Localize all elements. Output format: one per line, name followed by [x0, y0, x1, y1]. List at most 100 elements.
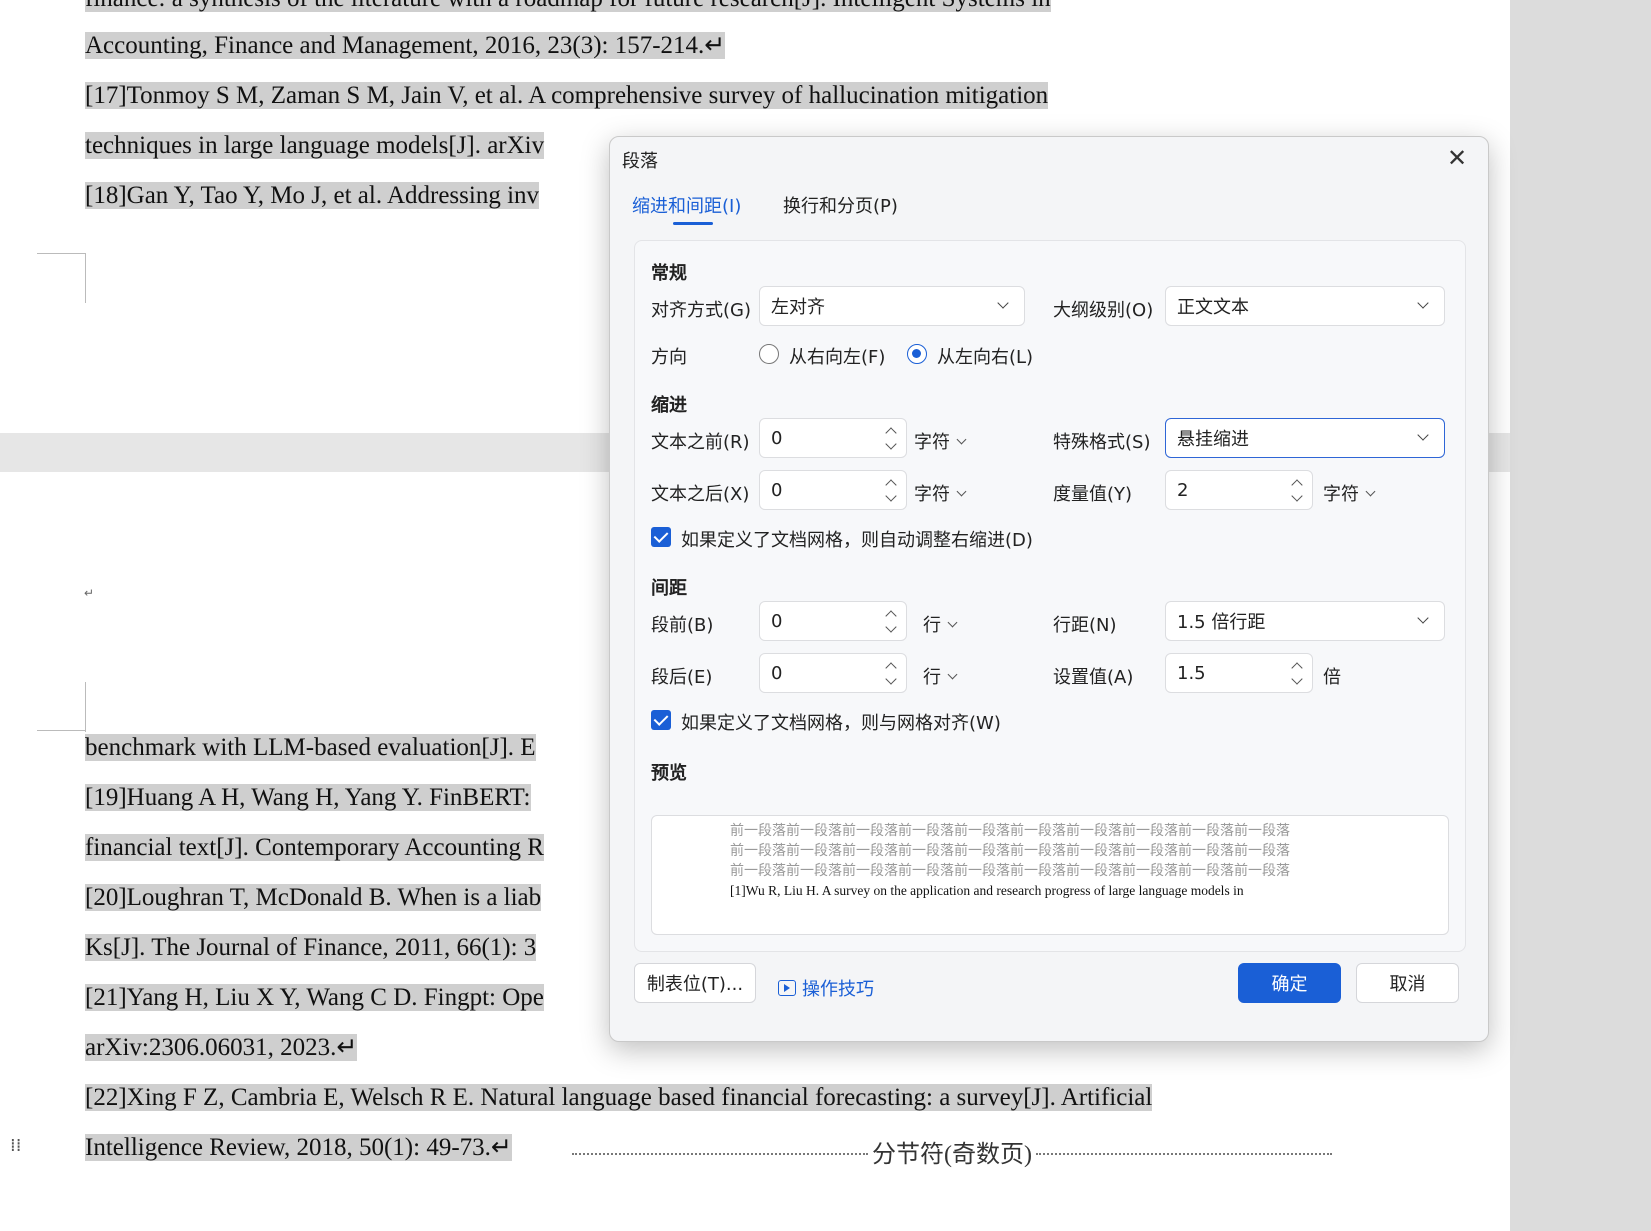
section-break: 分节符(奇数页)	[572, 1131, 1333, 1171]
rtl-label[interactable]: 从右向左(F)	[789, 343, 885, 369]
tips-label: 操作技巧	[802, 979, 874, 1000]
doc-line[interactable]: [17]Tonmoy S M, Zaman S M, Jain V, et al…	[85, 71, 1049, 121]
doc-line[interactable]: [19]Huang A H, Wang H, Yang Y. FinBERT:	[85, 773, 531, 823]
direction-label: 方向	[651, 347, 687, 368]
section-break-label: 分节符(奇数页)	[872, 1141, 1032, 1168]
indent-before-input[interactable]: 0	[759, 418, 907, 458]
chevron-down-icon	[1416, 297, 1432, 313]
indent-before-unit[interactable]: 字符	[914, 428, 967, 454]
alignment-select[interactable]: 左对齐	[759, 286, 1025, 326]
outline-level-select[interactable]: 正文文本	[1165, 286, 1445, 326]
section-general-heading: 常规	[651, 263, 687, 284]
paragraph-dialog: 段落 ✕ 缩进和间距(I) 换行和分页(P) 常规 对齐方式(G) 左对齐 大纲…	[609, 136, 1489, 1042]
indent-after-label: 文本之后(X)	[651, 484, 750, 505]
chevron-down-icon	[956, 486, 967, 496]
auto-adjust-checkbox[interactable]	[651, 527, 671, 547]
measure-input[interactable]: 2	[1165, 470, 1313, 510]
set-value-value: 1.5	[1177, 662, 1206, 684]
special-format-label: 特殊格式(S)	[1053, 432, 1151, 453]
tab-line-page-breaks[interactable]: 换行和分页(P)	[783, 192, 898, 218]
space-before-label: 段前(B)	[651, 615, 714, 636]
alignment-value: 左对齐	[771, 297, 825, 318]
section-break-dots	[572, 1153, 869, 1155]
crop-mark	[85, 253, 86, 303]
spinner-icon[interactable]	[884, 423, 898, 455]
space-before-unit[interactable]: 行	[923, 611, 958, 637]
chevron-down-icon	[947, 669, 958, 679]
indent-after-input[interactable]: 0	[759, 470, 907, 510]
snap-grid-label[interactable]: 如果定义了文档网格，则与网格对齐(W)	[681, 709, 1001, 735]
measure-unit[interactable]: 字符	[1323, 480, 1376, 506]
doc-line[interactable]: benchmark with LLM-based evaluation[J]. …	[85, 723, 536, 773]
space-before-input[interactable]: 0	[759, 601, 907, 641]
chevron-down-icon	[996, 297, 1012, 313]
active-tab-indicator	[673, 222, 713, 225]
special-format-value: 悬挂缩进	[1177, 429, 1249, 450]
line-spacing-select[interactable]: 1.5 倍行距	[1165, 601, 1445, 641]
indent-before-label: 文本之前(R)	[651, 432, 750, 453]
cancel-button[interactable]: 取消	[1356, 963, 1459, 1003]
doc-line[interactable]: arXiv:2306.06031, 2023.↵	[85, 1023, 358, 1073]
dialog-title: 段落	[622, 151, 658, 172]
settings-panel: 常规 对齐方式(G) 左对齐 大纲级别(O) 正文文本 方向 从右向左(F) 从…	[634, 240, 1466, 952]
doc-line[interactable]: [21]Yang H, Liu X Y, Wang C D. Fingpt: O…	[85, 973, 544, 1023]
doc-line[interactable]: techniques in large language models[J]. …	[85, 121, 545, 171]
indent-after-unit[interactable]: 字符	[914, 480, 967, 506]
doc-line[interactable]: [20]Loughran T, McDonald B. When is a li…	[85, 873, 542, 923]
drag-handle-icon[interactable]: ⁞⁞	[10, 1137, 28, 1166]
special-format-select[interactable]: 悬挂缩进	[1165, 418, 1445, 458]
ltr-radio[interactable]	[907, 344, 927, 364]
doc-line[interactable]: Ks[J]. The Journal of Finance, 2011, 66(…	[85, 923, 537, 973]
doc-line[interactable]: Intelligence Review, 2018, 50(1): 49-73.…	[85, 1123, 512, 1173]
spinner-icon[interactable]	[1290, 475, 1304, 507]
alignment-label: 对齐方式(G)	[651, 300, 751, 321]
preview-current-line: [1]Wu R, Liu H. A survey on the applicat…	[730, 883, 1244, 898]
auto-adjust-label[interactable]: 如果定义了文档网格，则自动调整右缩进(D)	[681, 526, 1033, 552]
doc-line[interactable]: financial text[J]. Contemporary Accounti…	[85, 823, 544, 873]
section-break-dots	[1036, 1153, 1333, 1155]
measure-value: 2	[1177, 479, 1189, 501]
preview-prev-line: 前一段落前一段落前一段落前一段落前一段落前一段落前一段落前一段落前一段落前一段落	[730, 844, 1290, 859]
space-after-label: 段后(E)	[651, 667, 713, 688]
doc-line[interactable]: [22]Xing F Z, Cambria E, Welsch R E. Nat…	[85, 1073, 1153, 1123]
set-value-label: 设置值(A)	[1053, 667, 1134, 688]
tab-indent-spacing[interactable]: 缩进和间距(I)	[632, 192, 741, 218]
doc-line[interactable]: [18]Gan Y, Tao Y, Mo J, et al. Addressin…	[85, 171, 540, 221]
preview-prev-line: 前一段落前一段落前一段落前一段落前一段落前一段落前一段落前一段落前一段落前一段落	[730, 864, 1290, 879]
spinner-icon[interactable]	[884, 606, 898, 638]
chevron-down-icon	[1365, 486, 1376, 496]
spinner-icon[interactable]	[884, 658, 898, 690]
ltr-label[interactable]: 从左向右(L)	[937, 343, 1033, 369]
tab-stops-button[interactable]: 制表位(T)...	[634, 963, 756, 1003]
section-spacing-heading: 间距	[651, 578, 687, 599]
space-after-value: 0	[771, 662, 783, 684]
line-spacing-label: 行距(N)	[1053, 615, 1117, 636]
crop-mark	[37, 730, 85, 731]
ok-button[interactable]: 确定	[1238, 963, 1341, 1003]
tips-link[interactable]: 操作技巧	[778, 975, 874, 1001]
section-preview-heading: 预览	[651, 763, 687, 784]
chevron-down-icon	[1416, 429, 1432, 445]
outline-level-label: 大纲级别(O)	[1053, 300, 1154, 321]
page-gutter	[1510, 0, 1651, 1231]
indent-before-value: 0	[771, 427, 783, 449]
paragraph-mark: ↵	[84, 586, 95, 600]
close-icon[interactable]: ✕	[1444, 145, 1470, 171]
line-spacing-value: 1.5 倍行距	[1177, 612, 1266, 633]
space-before-value: 0	[771, 610, 783, 632]
chevron-down-icon	[947, 617, 958, 627]
chevron-down-icon	[956, 434, 967, 444]
set-value-input[interactable]: 1.5	[1165, 653, 1313, 693]
space-after-unit[interactable]: 行	[923, 663, 958, 689]
rtl-radio[interactable]	[759, 344, 779, 364]
spinner-icon[interactable]	[884, 475, 898, 507]
play-icon	[778, 980, 796, 996]
chevron-down-icon	[1416, 612, 1432, 628]
doc-line[interactable]: Accounting, Finance and Management, 2016…	[85, 21, 726, 71]
preview-prev-line: 前一段落前一段落前一段落前一段落前一段落前一段落前一段落前一段落前一段落前一段落	[730, 824, 1290, 839]
snap-grid-checkbox[interactable]	[651, 710, 671, 730]
indent-after-value: 0	[771, 479, 783, 501]
crop-mark	[37, 253, 85, 254]
spinner-icon[interactable]	[1290, 658, 1304, 690]
space-after-input[interactable]: 0	[759, 653, 907, 693]
